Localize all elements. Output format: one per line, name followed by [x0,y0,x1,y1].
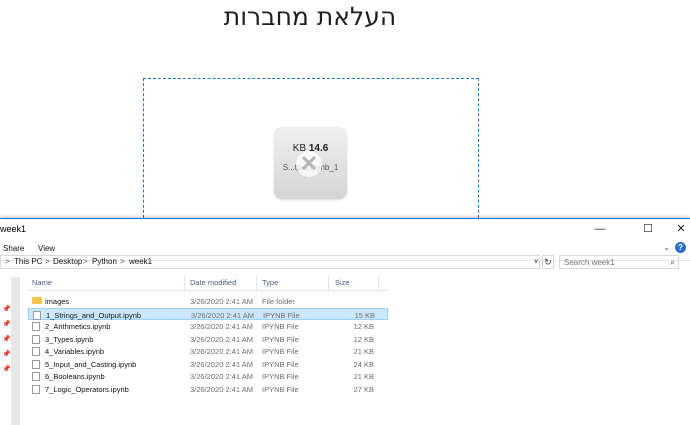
file-date: 3/26/2020 2:41 AM [190,334,253,344]
search-icon: ⌕ [669,257,675,267]
column-header-type[interactable]: Type [262,278,278,287]
file-icon [32,372,40,381]
file-name: 2_Arithmetics.ipynb [45,322,111,331]
remove-file-icon[interactable]: ✕ [296,151,322,177]
folder-icon [32,297,42,304]
file-row[interactable]: 3_Types.ipynb 3/26/2020 2:41 AM IPYNB Fi… [28,333,388,346]
file-row-selected[interactable]: 1_Strings_and_Output.ipynb 3/26/2020 2:4… [28,307,388,320]
file-date: 3/26/2020 2:41 AM [190,372,253,381]
file-type: IPYNB File [262,359,299,369]
breadcrumb-desktop[interactable]: Desktop [53,257,82,266]
file-row[interactable]: 6_Booleans.ipynb 3/26/2020 2:41 AM IPYNB… [28,370,388,383]
breadcrumb-chevron-icon: > [5,257,10,266]
window-title: week1 [0,224,27,234]
column-header-name[interactable]: Name [32,278,52,287]
file-row[interactable]: 2_Arithmetics.ipynb 3/26/2020 2:41 AM IP… [28,320,388,333]
file-icon [32,334,40,344]
search-box[interactable]: ⌕ [559,255,679,269]
file-type: IPYNB File [263,310,300,320]
pin-icon: 📌 [2,366,11,373]
pin-icon: 📌 [2,351,11,358]
file-date: 3/26/2020 2:41 AM [191,310,254,320]
page-title: העלאת מחברות [223,2,397,31]
title-bar: week1 — ☐ ✕ [0,219,690,239]
file-type: IPYNB File [262,347,299,356]
pin-icon: 📌 [2,306,11,313]
breadcrumb-chevron-icon: > [45,257,50,266]
tab-share[interactable]: Share [3,244,24,253]
file-name: images [45,297,70,306]
file-row[interactable]: 4_Variables.ipynb 3/26/2020 2:41 AM IPYN… [28,345,388,358]
file-name: 4_Variables.ipynb [45,347,105,356]
file-explorer-window: week1 — ☐ ✕ Share View ⌄ ? > This PC > D… [0,218,690,425]
file-date: 3/26/2020 2:41 AM [190,297,253,306]
file-type: IPYNB File [262,322,299,331]
file-name: 1_Strings_and_Output.ipynb [46,310,142,320]
column-header-size[interactable]: Size [335,278,350,287]
file-icon [33,310,41,320]
file-name: 3_Types.ipynb [45,334,94,344]
breadcrumb-python[interactable]: Python [92,257,117,266]
file-row[interactable]: images 3/26/2020 2:41 AM File folder [28,295,388,308]
file-size: 15 KB [354,310,375,320]
file-size: 12 KB [353,322,374,331]
file-size: 21 KB [353,372,374,381]
file-icon [32,347,40,356]
refresh-icon[interactable]: ↻ [542,255,554,269]
column-header-date[interactable]: Date modified [190,278,236,287]
file-size: 12 KB [353,334,374,344]
file-size: 21 KB [353,347,374,356]
help-icon[interactable]: ? [675,242,686,253]
file-name: 6_Booleans.ipynb [45,372,105,381]
file-size: 24 KB [353,359,374,369]
file-size: 27 KB [353,384,374,394]
minimize-button[interactable]: — [582,219,618,239]
file-list: Name Date modified Type Size images 3/26… [28,275,388,395]
file-type: IPYNB File [262,334,299,344]
file-row[interactable]: 7_Logic_Operators.ipynb 3/26/2020 2:41 A… [28,383,388,396]
maximize-button[interactable]: ☐ [630,219,666,239]
column-headers: Name Date modified Type Size [28,275,388,291]
close-button[interactable]: ✕ [672,219,690,239]
file-type: File folder [262,297,295,306]
file-icon [32,322,40,331]
breadcrumb-chevron-icon: > [120,257,125,266]
file-date: 3/26/2020 2:41 AM [190,322,253,331]
address-bar[interactable]: > This PC > Desktop > Python > week1 [0,255,540,269]
file-name: 7_Logic_Operators.ipynb [45,384,129,394]
file-icon [32,359,40,369]
tab-view[interactable]: View [38,244,55,253]
file-type: IPYNB File [262,384,299,394]
search-input[interactable] [564,258,664,267]
pin-icon: 📌 [2,336,11,343]
breadcrumb-this-pc[interactable]: This PC [14,257,42,266]
address-dropdown-icon[interactable]: ∨ [531,255,541,269]
uploaded-file-card[interactable]: KB 14.6 1_S...tput.ipynb ✕ [274,127,347,199]
breadcrumb-chevron-icon: > [83,257,88,266]
nav-scrollbar[interactable] [11,277,20,425]
pin-icon: 📌 [2,321,11,328]
file-name: 5_Input_and_Casting.ipynb [45,359,137,369]
file-type: IPYNB File [262,372,299,381]
file-date: 3/26/2020 2:41 AM [190,384,253,394]
file-date: 3/26/2020 2:41 AM [190,347,253,356]
file-date: 3/26/2020 2:41 AM [190,359,253,369]
file-icon [32,384,40,394]
expand-ribbon-icon[interactable]: ⌄ [663,243,670,252]
file-row[interactable]: 5_Input_and_Casting.ipynb 3/26/2020 2:41… [28,358,388,371]
breadcrumb-week1[interactable]: week1 [129,257,152,266]
